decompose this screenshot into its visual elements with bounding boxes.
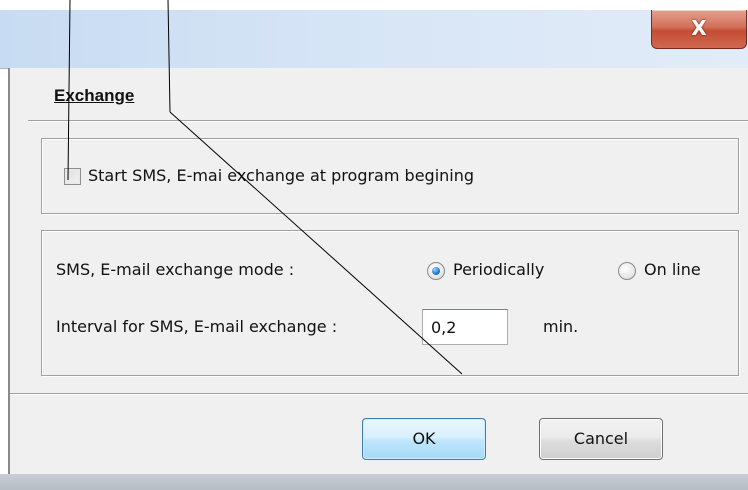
ok-button[interactable]: OK [362, 418, 486, 460]
section-title: Exchange [54, 86, 135, 105]
radio-selected-dot [432, 267, 440, 275]
exchange-mode-group: SMS, E-mail exchange mode : Periodically… [41, 230, 739, 376]
start-exchange-checkbox[interactable] [64, 168, 81, 185]
window-title-bar: X [0, 10, 748, 69]
start-exchange-group: Start SMS, E-mai exchange at program beg… [41, 138, 739, 214]
interval-input[interactable] [422, 309, 508, 345]
bottom-edge-strip [0, 474, 748, 490]
periodically-label[interactable]: Periodically [453, 260, 544, 279]
online-label[interactable]: On line [644, 260, 701, 279]
online-radio[interactable] [618, 262, 636, 280]
header-divider [28, 120, 748, 122]
exchange-mode-label: SMS, E-mail exchange mode : [56, 260, 295, 279]
close-icon: X [691, 15, 707, 40]
periodically-radio[interactable] [427, 262, 445, 280]
interval-unit-label: min. [543, 317, 579, 336]
exchange-dialog: Exchange Start SMS, E-mai exchange at pr… [8, 68, 748, 490]
cancel-button[interactable]: Cancel [539, 418, 663, 460]
start-exchange-label[interactable]: Start SMS, E-mai exchange at program beg… [88, 166, 474, 185]
interval-label: Interval for SMS, E-mail exchange : [56, 317, 338, 336]
close-button[interactable]: X [651, 10, 747, 49]
footer-divider [10, 393, 748, 395]
screenshot-root: X Exchange Start SMS, E-mai exchange at … [0, 0, 748, 490]
